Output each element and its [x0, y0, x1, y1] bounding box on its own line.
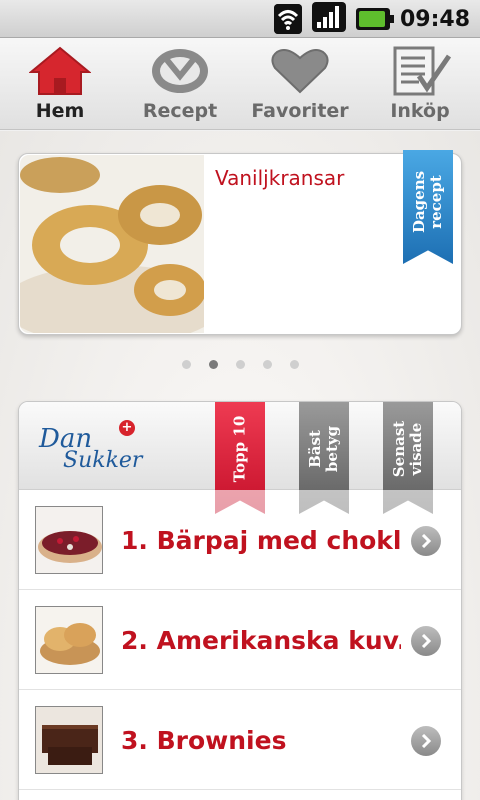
page-indicator [0, 360, 480, 369]
tab-label: Inköp [390, 100, 450, 122]
tab-inkop[interactable]: Inköp [360, 38, 480, 129]
battery-charging-icon [355, 8, 394, 30]
tab-label: Recept [142, 100, 218, 122]
logo-text-sukker: Sukker [63, 448, 143, 473]
tab-recept[interactable]: Recept [120, 38, 240, 129]
panel-header: Dan Sukker + Topp 10 Bäst betyg Senast v… [19, 402, 461, 514]
status-time: 09:48 [399, 6, 470, 32]
home-content: Vaniljkransar Dagens recept Dan Sukker +… [0, 131, 480, 800]
featured-recipe-title: Vaniljkransar [215, 166, 345, 190]
tab-topp-10-label: Topp 10 [230, 415, 249, 483]
home-icon [29, 46, 91, 96]
chevron-right-icon[interactable] [411, 626, 441, 656]
chevron-right-icon[interactable] [411, 726, 441, 756]
recipe-list: 1. Bärpaj med chokl... 2. Amerikanska ku… [19, 490, 461, 790]
recipe-thumbnail [35, 506, 103, 574]
tab-favoriter[interactable]: Favoriter [240, 38, 360, 129]
recipe-thumbnail [35, 706, 103, 774]
daily-recipe-ribbon: Dagens recept [403, 150, 453, 264]
ribbon-line-1: Dagens [410, 171, 428, 234]
page-dot[interactable] [235, 360, 245, 369]
cross-icon: + [119, 420, 135, 436]
wifi-icon [273, 4, 302, 34]
featured-recipe-card[interactable]: Vaniljkransar Dagens recept [18, 150, 462, 335]
tab-senast-visade-line2: visade [407, 422, 425, 476]
recipe-list-panel: Dan Sukker + Topp 10 Bäst betyg Senast v… [18, 401, 462, 800]
page-dot[interactable] [181, 360, 191, 369]
tab-bar: Hem Recept Favoriter Inköp [0, 38, 480, 130]
tab-label: Hem [35, 100, 85, 122]
tab-senast-visade-line1: Senast [390, 420, 408, 478]
status-icons: 09:48 [273, 2, 470, 36]
status-bar: 09:48 [0, 0, 480, 38]
recipe-title: 3. Brownies [121, 726, 287, 755]
tab-bast-betyg-line2: betyg [323, 425, 341, 473]
recipe-thumbnail [35, 606, 103, 674]
tab-label: Favoriter [251, 100, 349, 122]
page-dot[interactable] [289, 360, 299, 369]
page-dot-active[interactable] [208, 360, 218, 369]
dan-sukker-logo: Dan Sukker + [39, 420, 143, 476]
page-dot[interactable] [262, 360, 272, 369]
list-item[interactable]: 2. Amerikanska kuv... [19, 590, 461, 690]
list-item[interactable]: 1. Bärpaj med chokl... [19, 490, 461, 590]
featured-recipe-image [20, 155, 204, 333]
tab-hem[interactable]: Hem [0, 38, 120, 129]
checklist-icon [389, 46, 451, 96]
recipe-title: 2. Amerikanska kuv... [121, 626, 401, 655]
pretzel-icon [149, 46, 211, 96]
tab-bast-betyg-line1: Bäst [306, 430, 324, 468]
recipe-title: 1. Bärpaj med chokl... [121, 526, 401, 555]
signal-icon [311, 2, 346, 36]
list-item[interactable]: 3. Brownies [19, 690, 461, 790]
ribbon-line-2: recept [427, 175, 445, 230]
heart-icon [269, 46, 331, 96]
chevron-right-icon[interactable] [411, 526, 441, 556]
